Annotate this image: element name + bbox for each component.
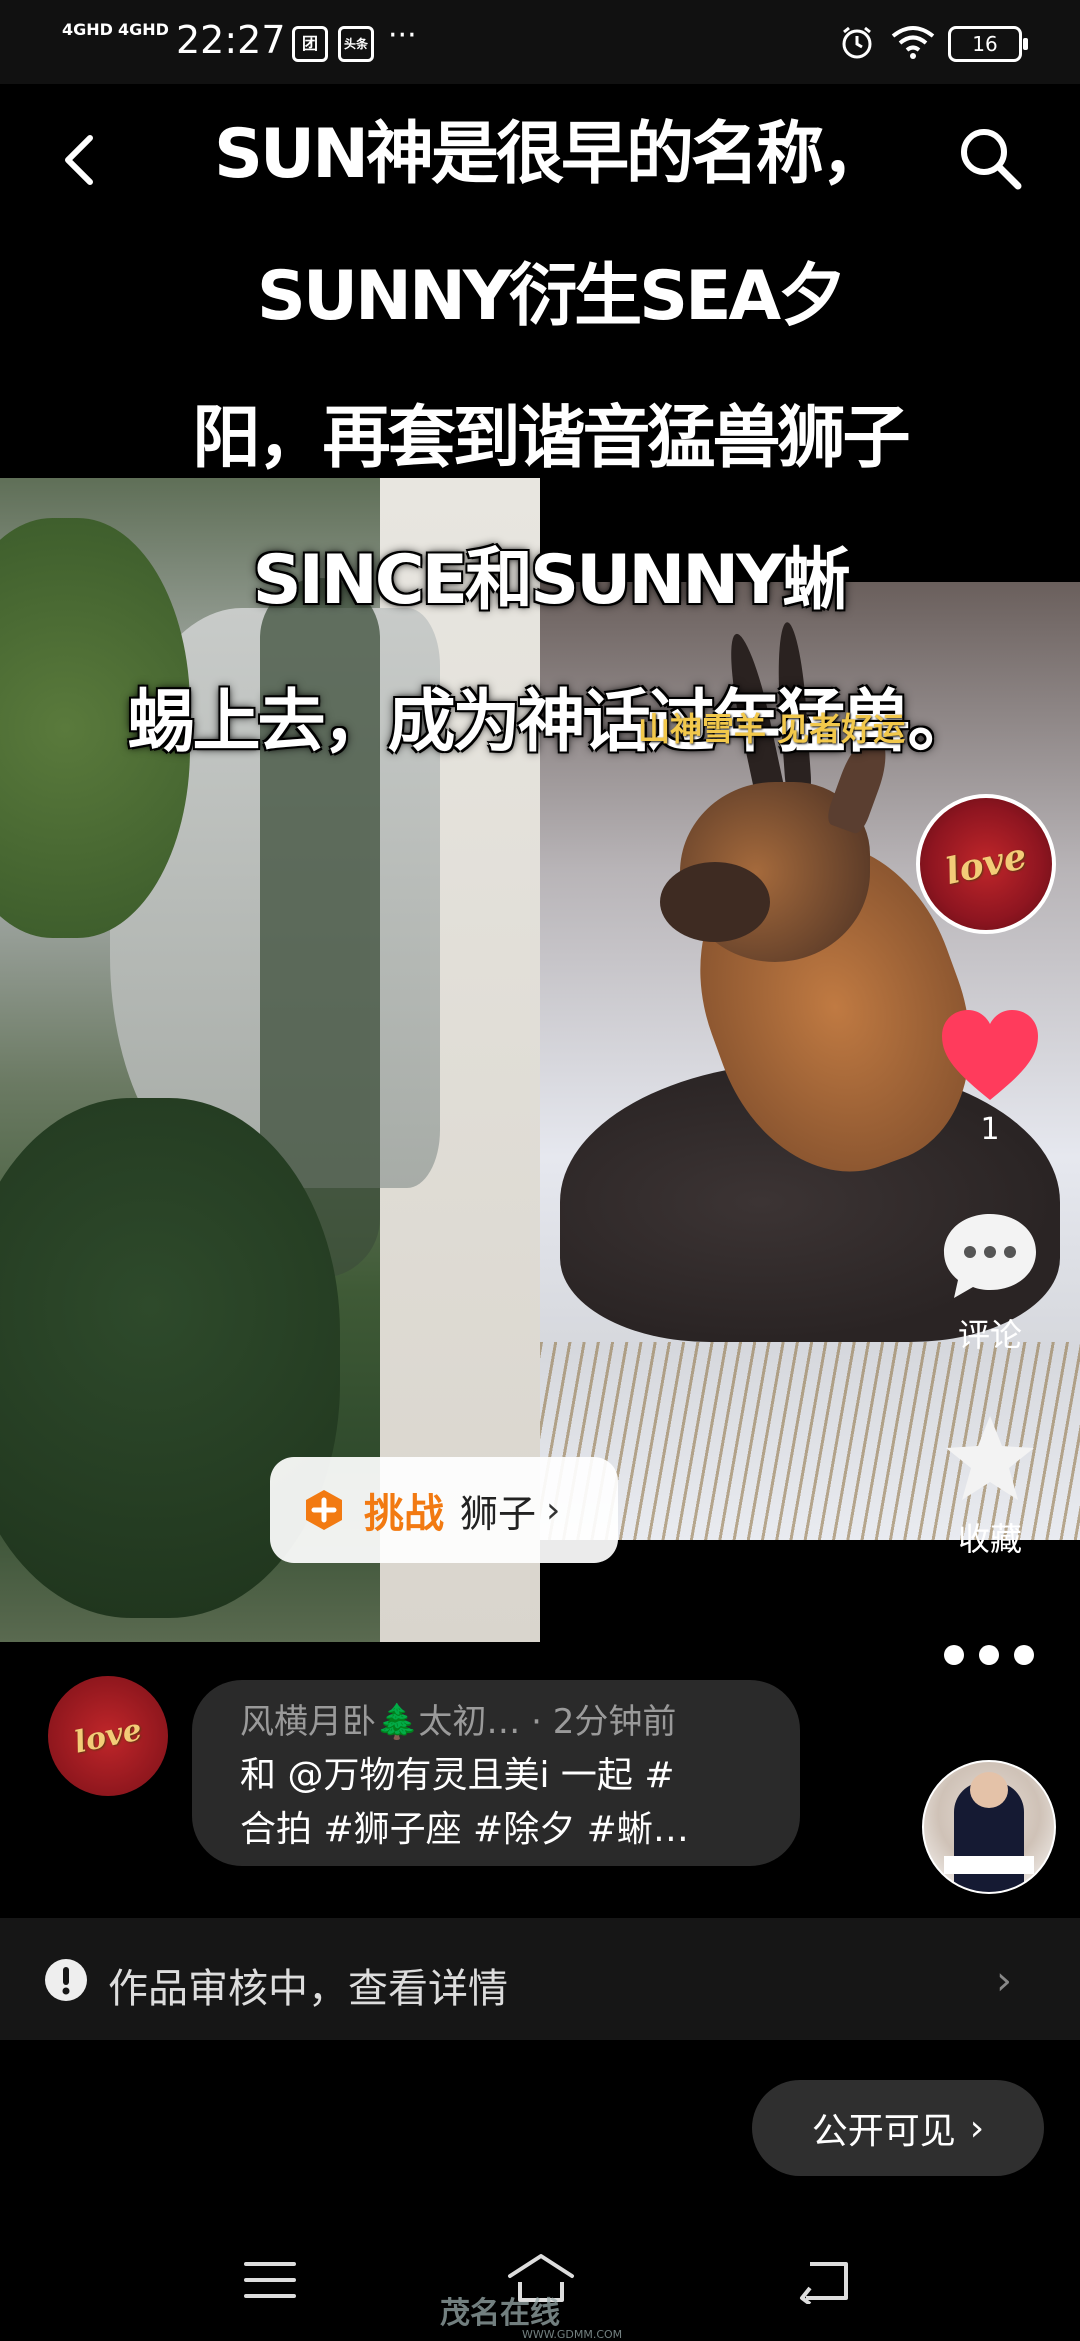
watermark: 茂名在线 WWW.GDMM.COM [440, 2288, 650, 2341]
challenge-pill[interactable]: 挑战 狮子 › [270, 1457, 618, 1563]
challenge-icon [306, 1490, 342, 1530]
system-nav-bar: 茂名在线 WWW.GDMM.COM [0, 2226, 1080, 2341]
video-caption: SUN神是很早的名称，SUNNY衍生SEA夕 阳，再套到谐音猛兽狮子SINCE和… [100, 84, 1000, 794]
review-status-text: 作品审核中，查看详情 [108, 1966, 508, 2012]
favorite-label: 收藏 [957, 1520, 1022, 1558]
chevron-right-icon: › [996, 1958, 1012, 2004]
back-icon[interactable] [60, 132, 100, 188]
watermark-text: 茂名在线 [440, 2296, 560, 2331]
comment-label: 评论 [957, 1316, 1022, 1354]
menu-icon[interactable] [244, 2260, 296, 2300]
description-line: 合拍 #狮子座 #除夕 #蜥… [240, 1809, 689, 1850]
like-count: 1 [980, 1112, 1000, 1147]
status-bar: 4GHD 4GHD 22:27 团 头条 ··· 16 [0, 0, 1080, 84]
visibility-label: 公开可见 [811, 2111, 956, 2152]
visibility-button[interactable]: 公开可见 › [752, 2080, 1044, 2176]
avatar-love-text: love [71, 1711, 145, 1761]
star-icon[interactable] [942, 1412, 1038, 1504]
video-overlay-text: 山神雪羊 见者好运 [638, 710, 906, 748]
review-status-bar[interactable]: 作品审核中，查看详情 › [0, 1918, 1080, 2040]
heart-icon[interactable] [938, 1008, 1042, 1104]
caption-line: 阳，再套到谐音猛兽狮子SINCE和SUNNY蜥 [192, 399, 910, 620]
watermark-url: WWW.GDMM.COM [522, 2328, 623, 2341]
author-meta: 风横月卧🌲太初… · 2分钟前 [240, 1702, 677, 1742]
challenge-topic: 狮子 [460, 1491, 537, 1536]
challenge-label: 挑战 [364, 1491, 444, 1537]
search-icon[interactable] [956, 124, 1026, 194]
alert-icon [45, 1959, 87, 2001]
chevron-right-icon: › [969, 2107, 985, 2149]
notification-icon-a: 团 [292, 26, 328, 62]
author-avatar[interactable]: love [48, 1676, 168, 1796]
creator-avatar[interactable]: love [916, 794, 1056, 934]
duet-partner-avatar[interactable] [922, 1760, 1056, 1894]
description-line: 和 @万物有灵且美i 一起 # [240, 1755, 675, 1796]
clock: 22:27 [176, 18, 286, 62]
chevron-right-icon: › [546, 1489, 561, 1531]
signal-indicator-2: 4GHD [118, 20, 169, 39]
more-notifications-icon: ··· [388, 18, 417, 53]
notification-icon-b: 头条 [338, 26, 374, 62]
description-bubble[interactable]: 风横月卧🌲太初… · 2分钟前 和 @万物有灵且美i 一起 # 合拍 #狮子座 … [192, 1680, 800, 1866]
alarm-icon [842, 26, 872, 59]
comment-icon[interactable] [940, 1210, 1040, 1302]
signal-indicator-1: 4GHD [62, 20, 113, 39]
avatar-love-text: love [941, 834, 1031, 894]
more-options-button[interactable] [944, 1640, 1034, 1670]
wifi-icon [891, 26, 935, 59]
caption-line: SUN神是很早的名称，SUNNY衍生SEA夕 [213, 115, 889, 336]
battery-indicator: 16 [948, 26, 1028, 62]
return-icon[interactable] [796, 2258, 852, 2304]
